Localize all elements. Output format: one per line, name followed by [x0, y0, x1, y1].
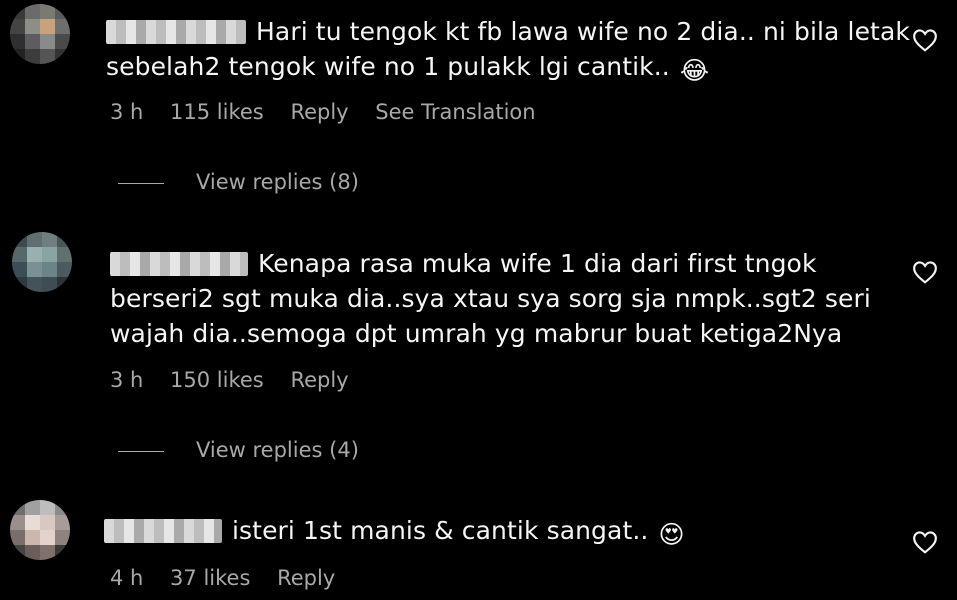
heart-eyes-emoji-icon: 😍 — [658, 520, 685, 549]
reply-button[interactable]: Reply — [290, 100, 348, 124]
avatar[interactable] — [12, 232, 72, 292]
avatar[interactable] — [10, 4, 70, 64]
comment-text: isteri 1st manis & cantik sangat.. 😍 — [104, 513, 685, 552]
likes-count[interactable]: 37 likes — [170, 566, 250, 590]
view-replies-button[interactable]: View replies (8) — [118, 170, 359, 194]
comment-text: Kenapa rasa muka wife 1 dia dari first t… — [110, 249, 871, 348]
laughing-emoji-icon: 😂 — [679, 56, 710, 85]
replies-divider-line — [118, 450, 164, 452]
heart-outline-icon[interactable] — [912, 530, 938, 554]
timestamp: 3 h — [110, 100, 144, 124]
avatar[interactable] — [10, 500, 70, 560]
comment-meta: 3 h 115 likes Reply See Translation — [110, 100, 556, 124]
see-translation-button[interactable]: See Translation — [375, 100, 535, 124]
timestamp: 4 h — [110, 566, 144, 590]
view-replies-label: View replies (4) — [196, 438, 359, 462]
heart-outline-icon[interactable] — [912, 260, 938, 284]
comment-meta: 4 h 37 likes Reply — [110, 566, 355, 590]
username[interactable] — [106, 20, 246, 44]
username[interactable] — [104, 519, 222, 543]
likes-count[interactable]: 150 likes — [170, 368, 264, 392]
view-replies-label: View replies (8) — [196, 170, 359, 194]
reply-button[interactable]: Reply — [277, 566, 335, 590]
comment-text: Hari tu tengok kt fb lawa wife no 2 dia.… — [106, 14, 910, 88]
username[interactable] — [110, 252, 248, 276]
reply-button[interactable]: Reply — [290, 368, 348, 392]
replies-divider-line — [118, 182, 164, 184]
view-replies-button[interactable]: View replies (4) — [118, 438, 359, 462]
timestamp: 3 h — [110, 368, 144, 392]
comment-meta: 3 h 150 likes Reply — [110, 368, 369, 392]
likes-count[interactable]: 115 likes — [170, 100, 264, 124]
heart-outline-icon[interactable] — [912, 28, 938, 52]
